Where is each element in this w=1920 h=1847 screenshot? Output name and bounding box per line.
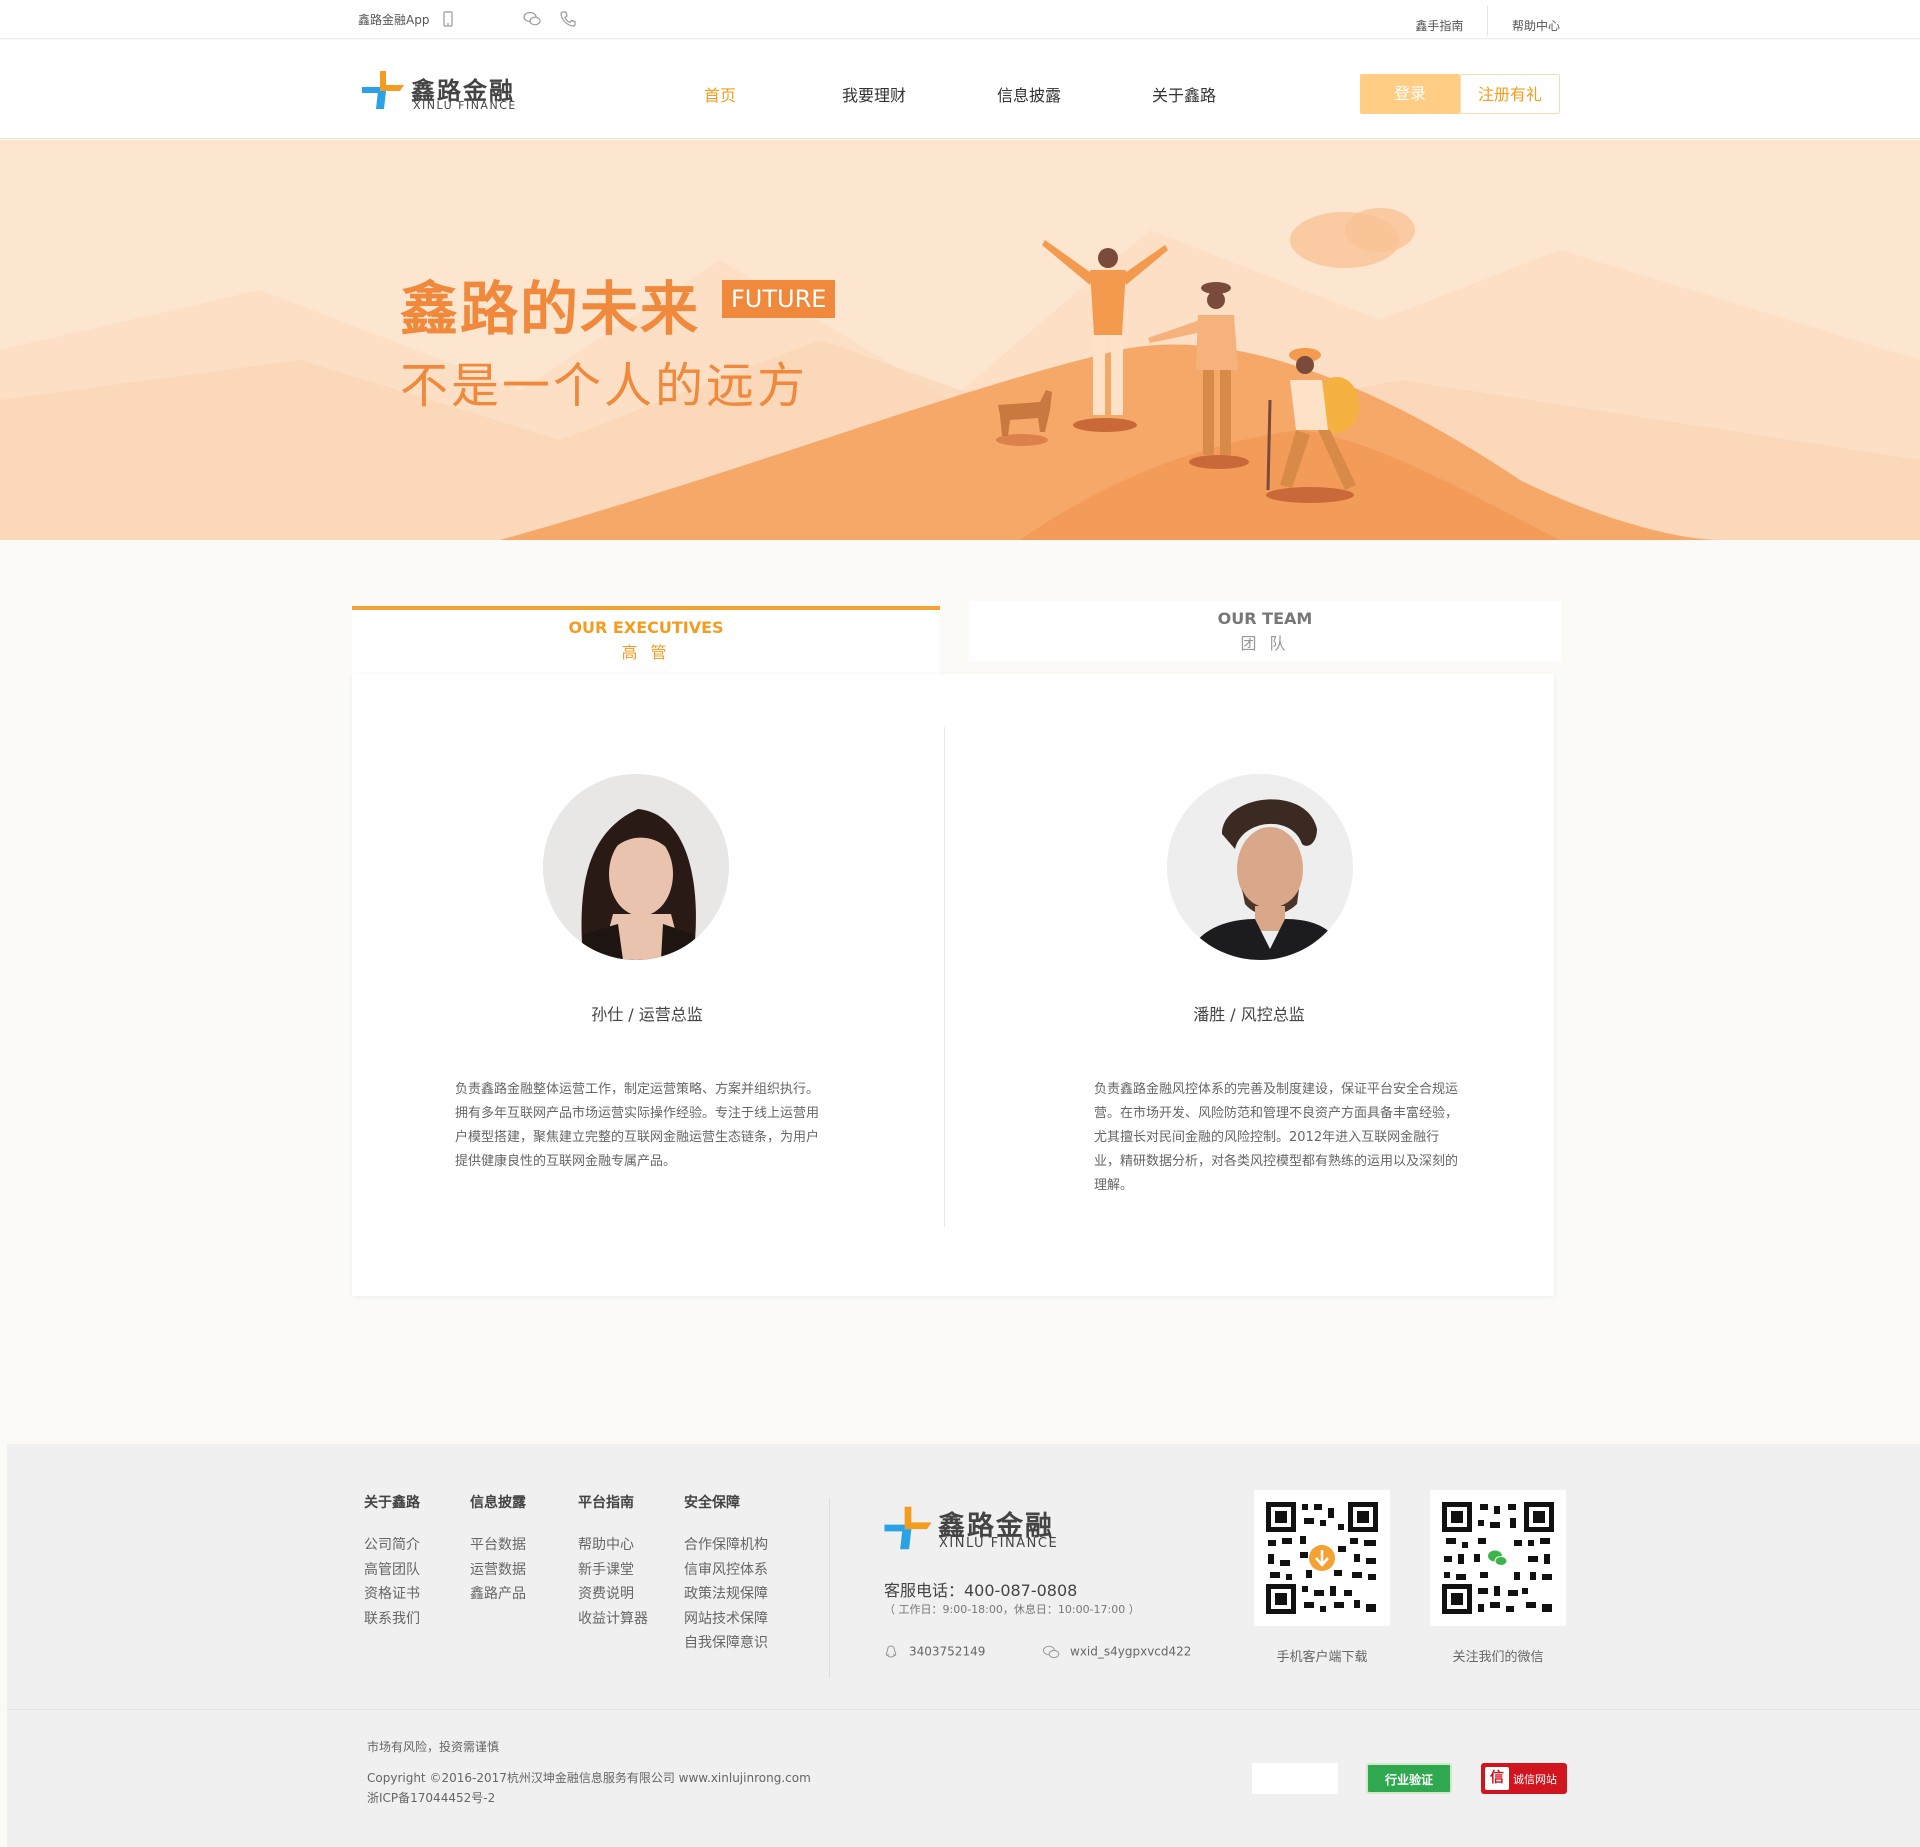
beginner-guide-link[interactable]: 鑫手指南 <box>1415 17 1463 34</box>
help-center-link[interactable]: 帮助中心 <box>1512 17 1560 34</box>
qr-code-icon <box>1442 1502 1554 1614</box>
avatar <box>543 774 729 960</box>
risk-warning: 市场有风险，投资需谨慎 <box>367 1740 500 1754</box>
avatar <box>1167 774 1353 960</box>
qq-number: 3403752149 <box>909 1644 986 1659</box>
site-logo[interactable]: 鑫路金融 XINLU FINANCE <box>358 65 518 115</box>
tab-our-executives[interactable]: OUR EXECUTIVES 高 管 <box>352 606 940 676</box>
qq-contact: 3403752149 <box>883 1644 985 1660</box>
copyright-text: Copyright ©2016-2017杭州汉坤金融信息服务有限公司 www.x… <box>367 1771 811 1785</box>
logo-english-text: XINLU FINANCE <box>413 99 517 112</box>
footer-link[interactable]: 政策法规保障 <box>684 1582 768 1607</box>
topbar-divider <box>1487 6 1489 36</box>
footer-link[interactable]: 收益计算器 <box>578 1607 648 1632</box>
app-download-link[interactable]: 鑫路金融App <box>358 11 429 28</box>
wechat-contact: wxid_s4ygpxvcd422 <box>1042 1644 1191 1660</box>
mountain-illustration <box>0 208 1920 540</box>
executive-description: 负责鑫路金融风控体系的完善及制度建设，保证平台安全合规运营。在市场开发、风险防范… <box>1094 1082 1459 1193</box>
tab-exec-cn: 高 管 <box>621 643 671 662</box>
mobile-phone-icon[interactable] <box>438 9 458 29</box>
banner-subtitle: 不是一个人的远方 <box>400 358 809 414</box>
tab-team-cn: 团 队 <box>1240 634 1290 653</box>
executives-panel: 孙仕 / 运营总监 负责鑫路金融整体运营工作，制定运营策略、方案并组织执行。拥有… <box>352 674 1554 1296</box>
footer-column-disclosure: 信息披露 平台数据 运营数据 鑫路产品 <box>470 1492 526 1607</box>
wechat-id: wxid_s4ygpxvcd422 <box>1070 1644 1192 1659</box>
footer-column-title: 信息披露 <box>470 1495 526 1511</box>
tab-team-en: OUR TEAM <box>1217 609 1313 628</box>
footer-link[interactable]: 资费说明 <box>578 1582 648 1607</box>
executive-name-title: 潘胜 / 风控总监 <box>1193 1005 1305 1024</box>
footer-column-title: 关于鑫路 <box>364 1495 420 1511</box>
footer-link[interactable]: 运营数据 <box>470 1558 526 1583</box>
banner-title: 鑫路的未来 <box>400 275 701 343</box>
banner-future-tag: FUTURE <box>722 280 836 318</box>
footer-link[interactable]: 高管团队 <box>364 1558 420 1583</box>
nav-disclosure[interactable]: 信息披露 <box>997 82 1061 106</box>
customer-service-phone: 客服电话：400-087-0808 <box>884 1581 1078 1600</box>
nav-home[interactable]: 首页 <box>704 82 736 106</box>
qr-code-icon <box>1266 1502 1378 1614</box>
wechat-follow-label: 关注我们的微信 <box>1452 1650 1544 1665</box>
nav-about[interactable]: 关于鑫路 <box>1152 82 1216 106</box>
footer-link[interactable]: 公司简介 <box>364 1533 420 1558</box>
footer-link[interactable]: 平台数据 <box>470 1533 526 1558</box>
wechat-icon[interactable] <box>522 9 542 29</box>
service-hours: （ 工作日：9:00-18:00，休息日：10:00-17:00 ） <box>884 1603 1140 1616</box>
credit-website-text: 诚信网站 <box>1513 1773 1557 1786</box>
nav-invest[interactable]: 我要理财 <box>842 82 906 106</box>
tab-exec-en: OUR EXECUTIVES <box>568 618 724 637</box>
footer-link[interactable]: 资格证书 <box>364 1582 420 1607</box>
logo-mark-icon <box>884 1506 932 1550</box>
footer-column-title: 安全保障 <box>684 1495 740 1511</box>
logo-mark-icon <box>362 71 404 109</box>
telephone-icon[interactable] <box>558 9 578 29</box>
footer-link[interactable]: 信审风控体系 <box>684 1558 768 1583</box>
register-button[interactable]: 注册有礼 <box>1460 74 1560 114</box>
footer-link[interactable]: 新手课堂 <box>578 1558 648 1583</box>
female-portrait-icon <box>543 774 729 960</box>
footer-column-about: 关于鑫路 公司简介 高管团队 资格证书 联系我们 <box>364 1492 420 1631</box>
app-download-label: 手机客户端下载 <box>1276 1650 1368 1665</box>
footer-divider <box>829 1498 830 1678</box>
footer-link[interactable]: 帮助中心 <box>578 1533 648 1558</box>
footer-link[interactable]: 联系我们 <box>364 1607 420 1632</box>
executive-name-title: 孙仕 / 运营总监 <box>591 1005 703 1024</box>
app-download-qr[interactable] <box>1254 1490 1390 1626</box>
icp-record[interactable]: 浙ICP备17044452号-2 <box>367 1789 495 1806</box>
footer-link[interactable]: 合作保障机构 <box>684 1533 768 1558</box>
industry-verify-text: 行业验证 <box>1384 1773 1433 1787</box>
footer-column-guide: 平台指南 帮助中心 新手课堂 资费说明 收益计算器 <box>578 1492 648 1631</box>
industry-verify-badge[interactable]: 行业验证 <box>1366 1763 1452 1794</box>
wechat-follow-qr[interactable] <box>1430 1490 1566 1626</box>
qq-icon <box>885 1645 897 1658</box>
footer-divider <box>7 1709 1920 1710</box>
site-footer: 关于鑫路 公司简介 高管团队 资格证书 联系我们 信息披露 平台数据 运营数据 … <box>7 1444 1920 1847</box>
executive-card: 孙仕 / 运营总监 负责鑫路金融整体运营工作，制定运营策略、方案并组织执行。拥有… <box>352 674 952 1274</box>
main-header: 鑫路金融 XINLU FINANCE 首页 我要理财 信息披露 关于鑫路 登录 … <box>0 40 1920 139</box>
security-badge-blank[interactable] <box>1252 1763 1338 1794</box>
footer-logo-english: XINLU FINANCE <box>939 1536 1059 1551</box>
footer-link[interactable]: 自我保障意识 <box>684 1631 768 1656</box>
footer-column-security: 安全保障 合作保障机构 信审风控体系 政策法规保障 网站技术保障 自我保障意识 <box>684 1492 768 1656</box>
footer-logo: 鑫路金融 XINLU FINANCE <box>880 1500 1080 1551</box>
footer-column-title: 平台指南 <box>578 1495 634 1511</box>
hero-banner: 鑫路的未来 FUTURE 不是一个人的远方 <box>0 140 1920 540</box>
executive-description: 负责鑫路金融整体运营工作，制定运营策略、方案并组织执行。拥有多年互联网产品市场运… <box>455 1082 820 1169</box>
credit-badge-icon: 信 <box>1485 1767 1509 1790</box>
executive-card: 潘胜 / 风控总监 负责鑫路金融风控体系的完善及制度建设，保证平台安全合规运营。… <box>953 674 1553 1274</box>
top-bar: 鑫路金融App 鑫手指南 帮助中心 <box>0 0 1920 39</box>
male-portrait-icon <box>1167 774 1353 960</box>
tab-our-team[interactable]: OUR TEAM 团 队 <box>969 601 1561 661</box>
footer-link[interactable]: 网站技术保障 <box>684 1607 768 1632</box>
footer-link[interactable]: 鑫路产品 <box>470 1582 526 1607</box>
login-button[interactable]: 登录 <box>1360 74 1460 114</box>
credit-website-badge[interactable]: 信 诚信网站 <box>1481 1763 1567 1794</box>
wechat-icon <box>1043 1645 1060 1659</box>
